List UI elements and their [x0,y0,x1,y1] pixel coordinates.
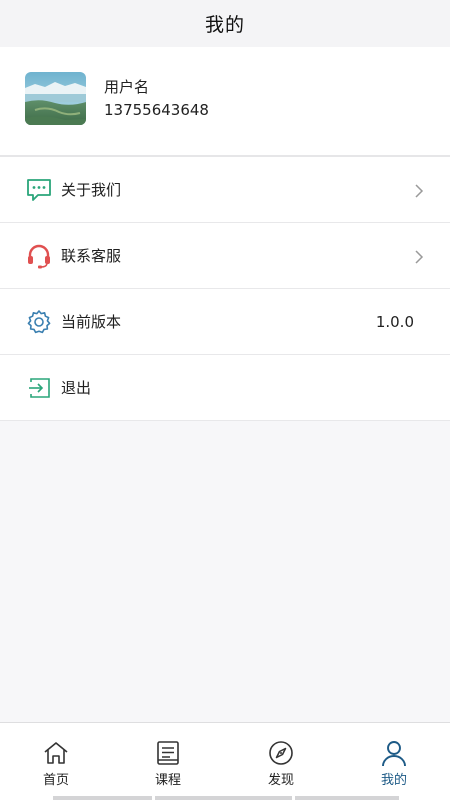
menu-item-label: 联系客服 [61,247,122,265]
page-title: 我的 [204,14,245,36]
menu-item-label: 退出 [61,379,92,397]
menu-item-label: 当前版本 [61,313,122,331]
profile-card[interactable]: 用户名 13755643648 [0,47,450,155]
settings-menu: 关于我们 联系客服 当前版本 1.0.0 退出 [0,157,450,421]
tab-home[interactable]: 首页 [0,723,112,793]
exit-icon [26,375,52,401]
home-indicator-segment [155,796,292,800]
headset-icon [26,243,52,269]
book-icon [154,739,182,767]
chat-bubble-icon [26,177,52,203]
header: 我的 [0,0,450,47]
tab-label: 我的 [380,773,407,788]
home-icon [42,739,70,767]
avatar[interactable] [25,72,86,125]
compass-icon [267,739,295,767]
home-indicator-segment [295,796,399,800]
user-icon [380,739,408,767]
tab-mine[interactable]: 我的 [338,723,450,793]
tab-label: 首页 [42,773,69,788]
tab-courses[interactable]: 课程 [112,723,224,793]
tab-label: 发现 [267,773,294,788]
tab-label: 课程 [154,773,181,788]
version-value: 1.0.0 [375,312,414,331]
tab-discover[interactable]: 发现 [225,723,337,793]
home-indicator-segment [53,796,152,800]
menu-item-current-version[interactable]: 当前版本 1.0.0 [0,289,450,355]
menu-item-contact-service[interactable]: 联系客服 [0,223,450,289]
bottom-tab-bar: 首页 课程 发现 我的 [0,722,450,801]
menu-item-logout[interactable]: 退出 [0,355,450,421]
menu-item-about-us[interactable]: 关于我们 [0,157,450,223]
phone-number: 13755643648 [104,101,209,119]
chevron-right-icon [414,183,424,198]
chevron-right-icon [414,249,424,264]
menu-item-label: 关于我们 [61,181,122,199]
gear-icon [26,309,52,335]
username: 用户名 [104,78,150,96]
